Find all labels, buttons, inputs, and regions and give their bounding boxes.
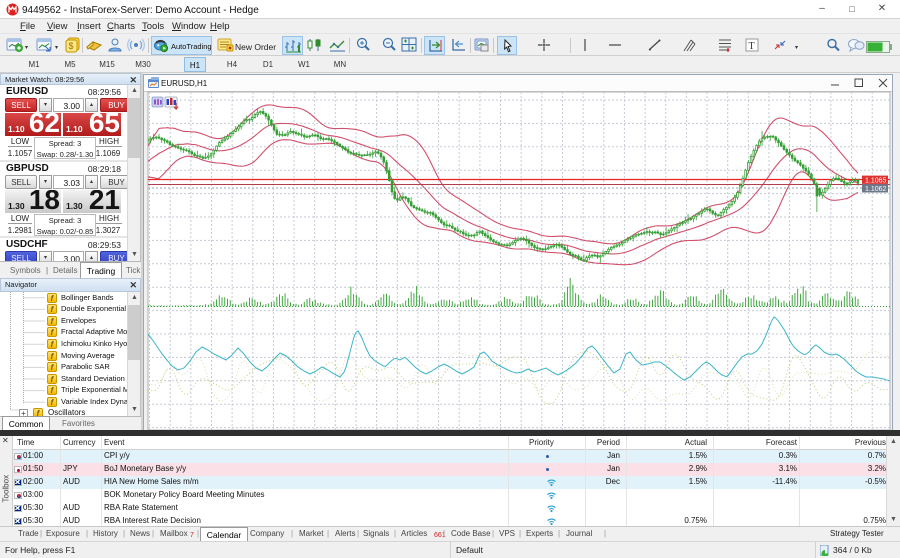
svg-text:EURUSD,H1: EURUSD,H1	[161, 79, 208, 88]
svg-text:1.1065: 1.1065	[865, 177, 887, 184]
svg-text:$: $	[69, 41, 74, 51]
svg-text:T: T	[749, 41, 755, 52]
svg-text:1.1062: 1.1062	[865, 186, 887, 193]
